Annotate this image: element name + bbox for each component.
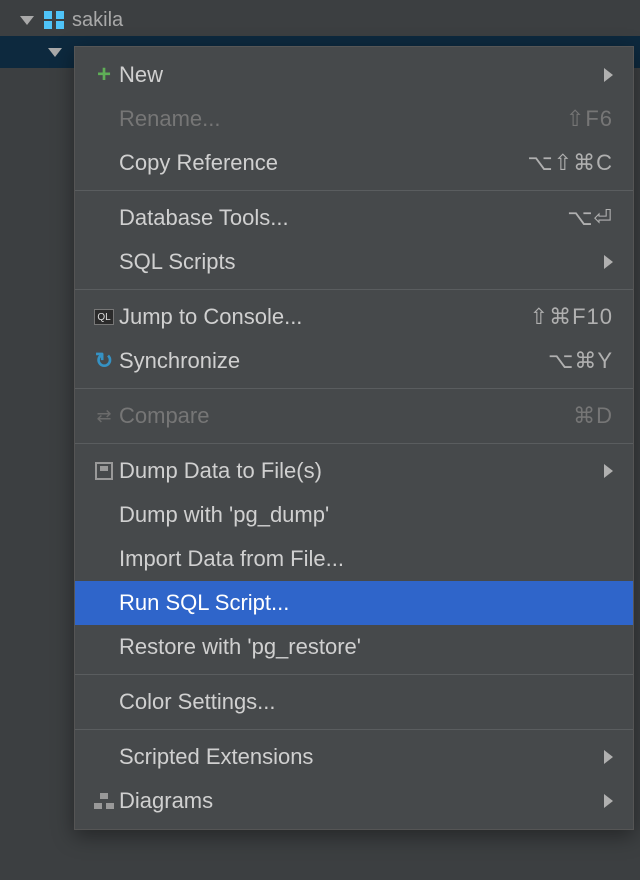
chevron-right-icon xyxy=(604,255,613,269)
menu-item-shortcut: ⌥⏎ xyxy=(567,205,613,231)
menu-item-label: Scripted Extensions xyxy=(119,744,596,770)
menu-item-label: Compare xyxy=(119,403,573,429)
menu-item-dump-files[interactable]: Dump Data to File(s) xyxy=(75,449,633,493)
console-icon: QL xyxy=(89,309,119,325)
menu-item-shortcut: ⇧⌘F10 xyxy=(530,304,613,330)
plus-icon: + xyxy=(89,63,119,87)
menu-item-label: SQL Scripts xyxy=(119,249,596,275)
menu-item-label: Run SQL Script... xyxy=(119,590,613,616)
menu-item-label: New xyxy=(119,62,596,88)
menu-item-label: Synchronize xyxy=(119,348,548,374)
menu-item-shortcut: ⌘D xyxy=(573,403,613,429)
menu-separator xyxy=(75,190,633,191)
tree-root-label: sakila xyxy=(72,9,123,32)
menu-item-copy-ref[interactable]: Copy Reference⌥⇧⌘C xyxy=(75,141,633,185)
menu-item-label: Copy Reference xyxy=(119,150,527,176)
menu-separator xyxy=(75,729,633,730)
menu-item-import-file[interactable]: Import Data from File... xyxy=(75,537,633,581)
compare-icon: ⇄ xyxy=(89,406,119,427)
menu-item-diagrams[interactable]: Diagrams xyxy=(75,779,633,823)
menu-separator xyxy=(75,388,633,389)
chevron-right-icon xyxy=(604,68,613,82)
menu-item-label: Jump to Console... xyxy=(119,304,530,330)
menu-item-sql-scripts[interactable]: SQL Scripts xyxy=(75,240,633,284)
menu-item-shortcut: ⌥⇧⌘C xyxy=(527,150,613,176)
tree-row-root[interactable]: sakila xyxy=(0,4,640,36)
menu-item-rename: Rename...⇧F6 xyxy=(75,97,633,141)
menu-separator xyxy=(75,443,633,444)
menu-item-synchronize[interactable]: ↻Synchronize⌥⌘Y xyxy=(75,339,633,383)
menu-item-jump-console[interactable]: QLJump to Console...⇧⌘F10 xyxy=(75,295,633,339)
menu-item-label: Dump Data to File(s) xyxy=(119,458,596,484)
context-menu: +NewRename...⇧F6Copy Reference⌥⇧⌘CDataba… xyxy=(74,46,634,830)
menu-separator xyxy=(75,674,633,675)
chevron-down-icon xyxy=(20,16,34,25)
menu-item-label: Color Settings... xyxy=(119,689,613,715)
menu-item-scripted-ext[interactable]: Scripted Extensions xyxy=(75,735,633,779)
save-icon xyxy=(89,462,119,480)
menu-item-label: Rename... xyxy=(119,106,566,132)
menu-item-label: Database Tools... xyxy=(119,205,567,231)
menu-separator xyxy=(75,289,633,290)
menu-item-color-settings[interactable]: Color Settings... xyxy=(75,680,633,724)
menu-item-label: Import Data from File... xyxy=(119,546,613,572)
menu-item-run-sql[interactable]: Run SQL Script... xyxy=(75,581,633,625)
database-icon xyxy=(44,11,64,29)
menu-item-shortcut: ⌥⌘Y xyxy=(548,348,613,374)
menu-item-dump-pg[interactable]: Dump with 'pg_dump' xyxy=(75,493,633,537)
chevron-right-icon xyxy=(604,464,613,478)
sync-icon: ↻ xyxy=(89,348,119,374)
menu-item-restore-pg[interactable]: Restore with 'pg_restore' xyxy=(75,625,633,669)
menu-item-shortcut: ⇧F6 xyxy=(566,106,613,132)
menu-item-label: Dump with 'pg_dump' xyxy=(119,502,613,528)
diagram-icon xyxy=(89,793,119,809)
menu-item-label: Restore with 'pg_restore' xyxy=(119,634,613,660)
menu-item-db-tools[interactable]: Database Tools...⌥⏎ xyxy=(75,196,633,240)
chevron-right-icon xyxy=(604,794,613,808)
chevron-down-icon xyxy=(48,48,62,57)
menu-item-compare: ⇄Compare⌘D xyxy=(75,394,633,438)
chevron-right-icon xyxy=(604,750,613,764)
menu-item-label: Diagrams xyxy=(119,788,596,814)
menu-item-new[interactable]: +New xyxy=(75,53,633,97)
